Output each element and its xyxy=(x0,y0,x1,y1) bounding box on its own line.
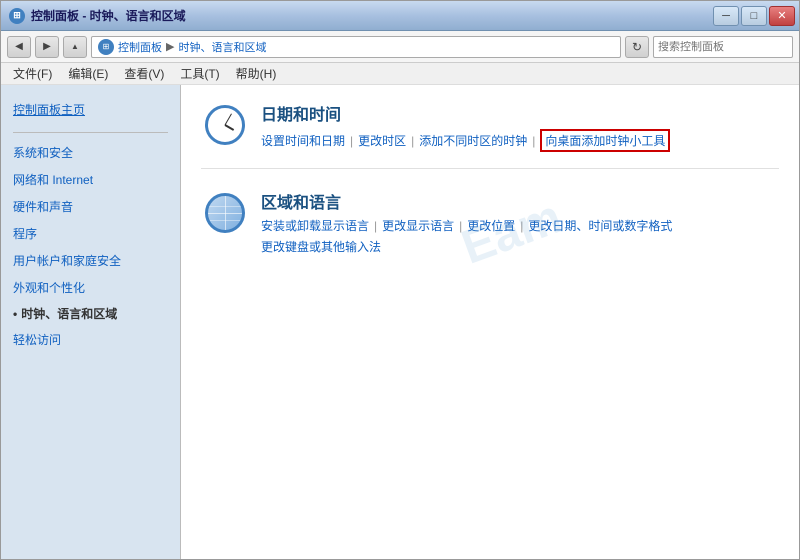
clock-min-hand xyxy=(225,113,232,125)
sidebar-item-user-accounts[interactable]: 用户帐户和家庭安全 xyxy=(1,247,180,274)
address-field: ⊞ 控制面板 ▶ 时钟、语言和区域 xyxy=(91,36,621,58)
refresh-button[interactable]: ↻ xyxy=(625,36,649,58)
section-region-body: 区域和语言 安装或卸载显示语言 | 更改显示语言 | 更改位置 | 更改日期、时… xyxy=(261,189,779,255)
menu-edit[interactable]: 编辑(E) xyxy=(60,63,116,84)
menu-bar: 文件(F) 编辑(E) 查看(V) 工具(T) 帮助(H) xyxy=(1,63,799,85)
link-change-location[interactable]: 更改位置 xyxy=(467,217,515,234)
section-datetime-title: 日期和时间 xyxy=(261,101,779,125)
sidebar-item-clock-lang-label: 时钟、语言和区域 xyxy=(21,305,117,322)
link-install-language[interactable]: 安装或卸载显示语言 xyxy=(261,217,369,234)
sep3: | xyxy=(532,134,535,148)
section-datetime-links: 设置时间和日期 | 更改时区 | 添加不同时区的时钟 | 向桌面添加时钟小工具 xyxy=(261,129,779,152)
section-datetime-icon xyxy=(201,101,249,149)
title-bar-buttons: ─ □ ✕ xyxy=(713,6,795,26)
link-change-display-lang[interactable]: 更改显示语言 xyxy=(382,217,454,234)
section-region-sub-links: 更改键盘或其他输入法 xyxy=(261,238,779,255)
menu-tools[interactable]: 工具(T) xyxy=(172,63,227,84)
menu-help[interactable]: 帮助(H) xyxy=(228,63,285,84)
sep1: | xyxy=(350,134,353,148)
link-add-clock[interactable]: 添加不同时区的时钟 xyxy=(419,132,527,149)
sidebar-item-hardware[interactable]: 硬件和声音 xyxy=(1,193,180,220)
section-datetime: 日期和时间 设置时间和日期 | 更改时区 | 添加不同时区的时钟 | 向桌面添加… xyxy=(201,101,779,169)
address-root[interactable]: 控制面板 xyxy=(118,39,162,55)
clock-icon xyxy=(205,105,245,145)
menu-file[interactable]: 文件(F) xyxy=(5,63,60,84)
section-region-links: 安装或卸载显示语言 | 更改显示语言 | 更改位置 | 更改日期、时间或数字格式 xyxy=(261,217,779,234)
search-input[interactable] xyxy=(658,41,800,53)
globe-icon xyxy=(205,193,245,233)
link-change-keyboard[interactable]: 更改键盘或其他输入法 xyxy=(261,238,381,255)
sidebar-main-link[interactable]: 控制面板主页 xyxy=(1,95,180,124)
window-title: 控制面板 - 时钟、语言和区域 xyxy=(31,7,186,24)
section-region-lang: 区域和语言 安装或卸载显示语言 | 更改显示语言 | 更改位置 | 更改日期、时… xyxy=(201,189,779,271)
link-add-clock-tool[interactable]: 向桌面添加时钟小工具 xyxy=(540,129,670,152)
forward-button[interactable]: ▶ xyxy=(35,36,59,58)
section-region-icon xyxy=(201,189,249,237)
sidebar-item-programs[interactable]: 程序 xyxy=(1,220,180,247)
address-bar: ◀ ▶ ▲ ⊞ 控制面板 ▶ 时钟、语言和区域 ↻ 🔍 xyxy=(1,31,799,63)
menu-view[interactable]: 查看(V) xyxy=(116,63,172,84)
sidebar-item-accessibility[interactable]: 轻松访问 xyxy=(1,326,180,353)
section-datetime-body: 日期和时间 设置时间和日期 | 更改时区 | 添加不同时区的时钟 | 向桌面添加… xyxy=(261,101,779,152)
sep5: | xyxy=(459,219,462,233)
search-box: 🔍 xyxy=(653,36,793,58)
sidebar: 控制面板主页 系统和安全 网络和 Internet 硬件和声音 程序 用户帐户和… xyxy=(1,85,181,559)
sidebar-item-clock-lang[interactable]: 时钟、语言和区域 xyxy=(1,301,180,326)
close-button[interactable]: ✕ xyxy=(769,6,795,26)
address-sep-1: ▶ xyxy=(166,40,174,53)
link-change-timezone[interactable]: 更改时区 xyxy=(358,132,406,149)
folder-icon: ⊞ xyxy=(98,39,114,55)
sep6: | xyxy=(520,219,523,233)
link-set-time[interactable]: 设置时间和日期 xyxy=(261,132,345,149)
clock-hour-hand xyxy=(225,124,235,131)
window-icon: ⊞ xyxy=(9,8,25,24)
sidebar-item-appearance[interactable]: 外观和个性化 xyxy=(1,274,180,301)
main-content: 控制面板主页 系统和安全 网络和 Internet 硬件和声音 程序 用户帐户和… xyxy=(1,85,799,559)
address-path: 控制面板 ▶ 时钟、语言和区域 xyxy=(118,39,266,55)
restore-button[interactable]: □ xyxy=(741,6,767,26)
up-button[interactable]: ▲ xyxy=(63,36,87,58)
content-area: Eam 日期和时间 设置时间和日期 | 更改时区 | 添加 xyxy=(181,85,799,559)
sidebar-divider-top xyxy=(13,132,168,133)
sep4: | xyxy=(374,219,377,233)
sidebar-item-network[interactable]: 网络和 Internet xyxy=(1,166,180,193)
address-current[interactable]: 时钟、语言和区域 xyxy=(178,39,266,55)
sep2: | xyxy=(411,134,414,148)
title-bar-left: ⊞ 控制面板 - 时钟、语言和区域 xyxy=(9,7,186,24)
main-window: ⊞ 控制面板 - 时钟、语言和区域 ─ □ ✕ ◀ ▶ ▲ ⊞ 控制面板 ▶ 时… xyxy=(0,0,800,560)
sidebar-item-system[interactable]: 系统和安全 xyxy=(1,139,180,166)
section-region-title: 区域和语言 xyxy=(261,189,779,213)
back-button[interactable]: ◀ xyxy=(7,36,31,58)
link-change-date-format[interactable]: 更改日期、时间或数字格式 xyxy=(528,217,672,234)
title-bar: ⊞ 控制面板 - 时钟、语言和区域 ─ □ ✕ xyxy=(1,1,799,31)
minimize-button[interactable]: ─ xyxy=(713,6,739,26)
